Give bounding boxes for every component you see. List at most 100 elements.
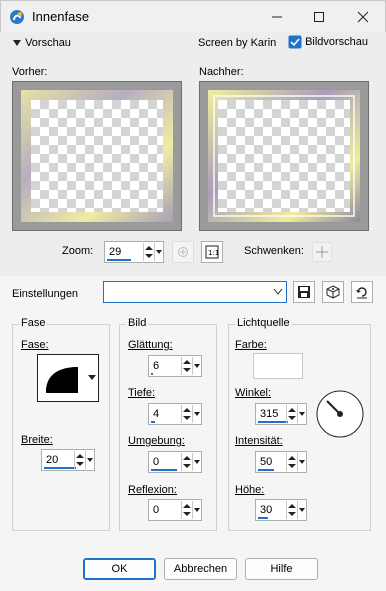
random-settings-button[interactable] [322,281,344,303]
close-button[interactable] [341,1,385,32]
settings-label: Einstellungen [12,288,79,300]
zoom-label: Zoom: [62,245,94,257]
before-preview[interactable] [12,81,182,231]
tiefe-value: 4 [153,408,160,420]
minimize-button[interactable] [255,1,299,32]
arrow-up-icon [183,408,191,412]
zoom-dropdown[interactable] [154,243,163,261]
winkel-spinner[interactable]: 315 [255,403,307,425]
umgebung-dropdown[interactable] [192,453,201,471]
intensitaet-slider-bar [258,469,274,471]
tiefe-arrows[interactable] [181,405,191,423]
breite-arrows[interactable] [74,451,84,469]
glaettung-spinner[interactable]: 6 [148,355,202,377]
fase-group-title: Fase [19,317,48,329]
move-crosshair-icon [316,246,328,258]
after-preview[interactable] [199,81,369,231]
pan-button[interactable] [312,242,332,262]
breite-spinner[interactable]: 20 [41,449,95,471]
breite-label: Breite: [21,434,53,446]
zoom-value: 29 [109,246,122,258]
umgebung-slider-bar [151,469,177,471]
settings-preset-dropdown[interactable] [103,281,287,303]
intensitaet-label: Intensität: [235,435,283,447]
before-label: Vorher: [12,66,48,78]
intensitaet-arrows[interactable] [286,453,296,471]
maximize-icon [314,11,324,22]
hoehe-arrows[interactable] [286,501,296,519]
umgebung-spinner[interactable]: 0 [148,451,202,473]
zoom-fit-button[interactable] [172,241,194,263]
glaettung-slider-bar [151,373,153,375]
arrow-down-icon [183,368,191,372]
fase-shape-picker[interactable] [37,354,99,402]
credit-text: Screen by Karin [198,37,277,49]
save-preset-button[interactable] [293,281,315,303]
dice-icon [326,285,340,299]
after-label: Nachher: [199,66,244,78]
vorschau-toggle[interactable]: Vorschau [12,37,71,49]
intensitaet-value: 50 [260,456,273,468]
reset-arrow-icon [356,287,367,299]
preview-toolbar: Vorschau Screen by Karin Bildvorschau [0,32,386,54]
arrow-down-icon [288,464,296,468]
fase-group: Fase Fase: Breite: 20 [12,317,110,531]
bevel-shape-icon [46,367,78,393]
umgebung-arrows[interactable] [181,453,191,471]
dropdown-arrow-icon [88,375,96,380]
winkel-arrows[interactable] [286,405,296,423]
hoehe-label: Höhe: [235,484,265,496]
winkel-dropdown[interactable] [297,405,306,423]
hoehe-spinner[interactable]: 30 [255,499,307,521]
zoom-actual-size-button[interactable]: 1:1 [201,241,223,263]
arrow-down-icon [183,464,191,468]
arrow-down-icon [288,416,296,420]
arrow-up-icon [76,454,84,458]
bildvorschau-label: Bildvorschau [305,35,369,48]
hoehe-slider-bar [258,517,268,519]
reset-settings-button[interactable] [351,281,373,303]
triangle-down-icon [13,40,21,47]
window-title: Innenfase [32,9,90,24]
before-transparent-area [31,100,163,212]
bildvorschau-checkbox[interactable]: Bildvorschau [288,35,368,49]
farbe-label: Farbe: [235,339,267,351]
lichtquelle-group-title: Lichtquelle [235,317,292,329]
arrow-up-icon [288,408,296,412]
intensitaet-spinner[interactable]: 50 [255,451,307,473]
minimize-icon [272,16,282,17]
glaettung-arrows[interactable] [181,357,191,375]
bild-group-title: Bild [126,317,149,329]
glaettung-dropdown[interactable] [192,357,201,375]
reflexion-arrows[interactable] [181,501,191,519]
arrow-up-icon [183,360,191,364]
intensitaet-dropdown[interactable] [297,453,306,471]
title-bar[interactable]: Innenfase [0,0,386,32]
arrow-down-icon [288,512,296,516]
ok-button[interactable]: OK [83,558,156,580]
hoehe-dropdown[interactable] [297,501,306,519]
arrow-down-icon [183,512,191,516]
farbe-color-swatch[interactable] [253,353,303,379]
zoom-spinner[interactable]: 29 [104,241,164,263]
arrow-down-icon [183,416,191,420]
angle-dial[interactable] [315,389,365,439]
winkel-value: 315 [260,408,279,420]
arrow-up-icon [288,456,296,460]
arrow-up-icon [183,456,191,460]
breite-dropdown[interactable] [85,451,94,469]
glaettung-value: 6 [153,360,160,372]
reflexion-dropdown[interactable] [192,501,201,519]
zoom-slider-bar [107,259,131,261]
winkel-label: Winkel: [235,387,272,399]
maximize-button[interactable] [297,1,341,32]
arrow-up-icon [183,504,191,508]
zoom-arrows[interactable] [143,243,153,261]
cancel-button[interactable]: Abbrechen [164,558,237,580]
help-button[interactable]: Hilfe [245,558,318,580]
tiefe-dropdown[interactable] [192,405,201,423]
fase-label: Fase: [21,339,49,351]
reflexion-spinner[interactable]: 0 [148,499,202,521]
svg-text:1:1: 1:1 [208,249,219,257]
tiefe-spinner[interactable]: 4 [148,403,202,425]
